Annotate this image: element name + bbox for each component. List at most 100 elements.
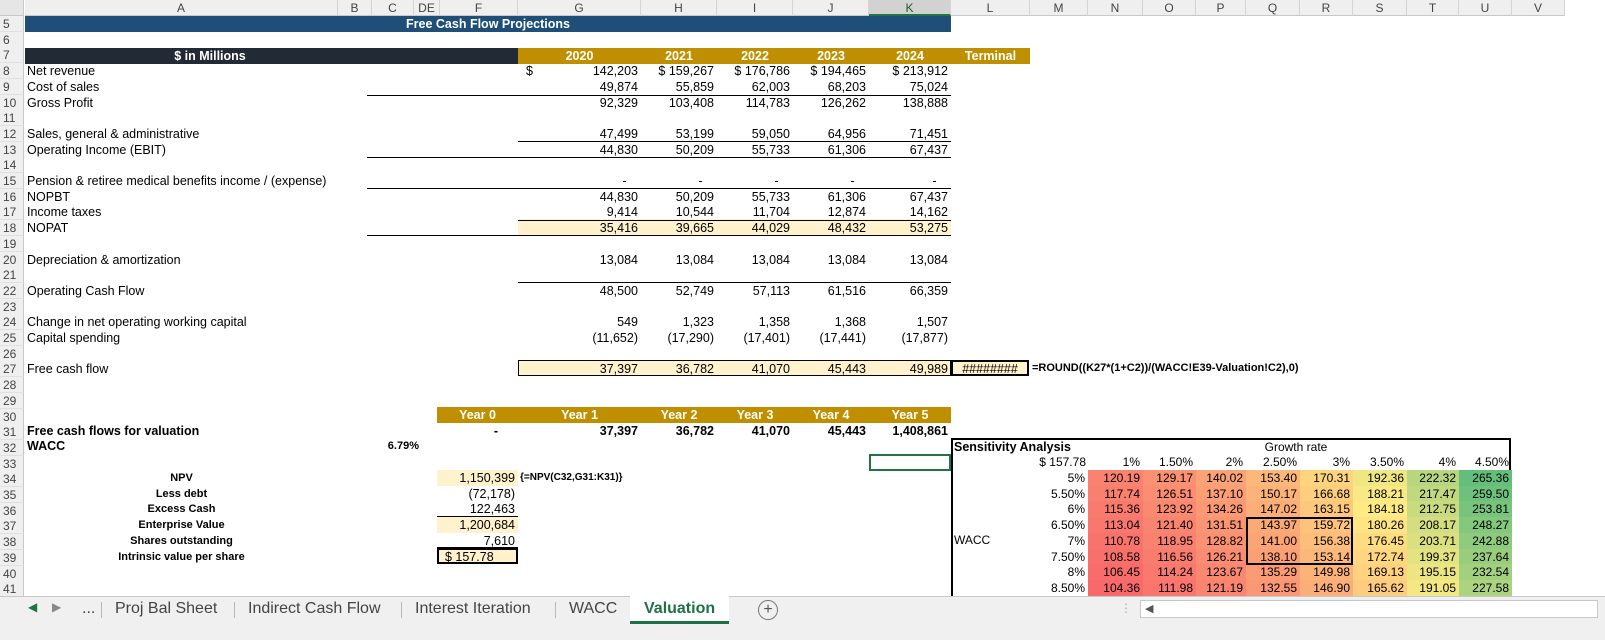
sensitivity-cell[interactable]: 131.51 (1196, 517, 1246, 534)
column-header[interactable]: U (1459, 0, 1512, 16)
sensitivity-cell[interactable]: 212.75 (1407, 501, 1459, 518)
valuation-fcf-cell[interactable]: 45,443 (793, 423, 866, 439)
selected-cell-k33[interactable] (869, 454, 951, 471)
value-cell[interactable]: - (717, 173, 790, 189)
sensitivity-cell[interactable]: 169.13 (1353, 564, 1407, 581)
sensitivity-cell[interactable]: 166.68 (1300, 485, 1353, 502)
value-cell[interactable]: 13,084 (717, 252, 790, 268)
value-cell[interactable]: 55,733 (717, 142, 790, 158)
row-header[interactable]: 38 (0, 534, 24, 551)
row-header[interactable]: 34 (0, 471, 24, 488)
value-cell[interactable]: 37,397 (518, 361, 638, 377)
sensitivity-cell[interactable]: 140.02 (1196, 470, 1246, 486)
valuation-item-value[interactable]: 7,610 (437, 533, 515, 549)
worksheet-grid[interactable]: A B C DE F G H I J K L M N O P Q R S T U V 5 6 7 8 9 10 11 12 13 14 15… (0, 0, 1605, 610)
sensitivity-cell[interactable]: 227.58 (1459, 579, 1512, 596)
column-header[interactable]: Q (1246, 0, 1300, 16)
value-cell[interactable]: 67,437 (869, 189, 948, 205)
valuation-item-value[interactable]: 1,200,684 (437, 517, 515, 533)
row-header[interactable]: 24 (0, 314, 24, 331)
row-header[interactable]: 15 (0, 173, 24, 189)
value-cell[interactable]: 92,329 (518, 95, 638, 111)
value-cell[interactable]: $ 213,912 (869, 63, 948, 79)
value-cell[interactable]: 53,199 (641, 126, 714, 142)
sensitivity-cell[interactable]: 199.37 (1407, 548, 1459, 565)
value-cell[interactable]: 138,888 (869, 95, 948, 111)
sensitivity-cell[interactable]: 203.71 (1407, 532, 1459, 549)
sensitivity-cell[interactable]: 128.82 (1196, 532, 1246, 549)
select-all-corner[interactable] (0, 0, 24, 16)
sensitivity-cell[interactable]: 195.15 (1407, 564, 1459, 581)
column-header[interactable]: B (338, 0, 372, 16)
tab-indirect-cash-flow[interactable]: Indirect Cash Flow (234, 596, 395, 624)
column-header[interactable]: M (1030, 0, 1088, 16)
value-cell[interactable]: 44,830 (518, 142, 638, 158)
row-header[interactable]: 7 (0, 47, 24, 64)
row-header[interactable]: 10 (0, 94, 24, 111)
horizontal-scrollbar[interactable]: ◀ (1140, 600, 1598, 618)
row-header[interactable]: 39 (0, 549, 24, 566)
row-header[interactable]: 29 (0, 392, 24, 409)
sensitivity-cell[interactable]: 208.17 (1407, 517, 1459, 534)
column-header[interactable]: G (518, 0, 641, 16)
value-cell[interactable]: 48,432 (793, 220, 866, 236)
value-cell[interactable]: (17,441) (793, 330, 866, 346)
sensitivity-cell[interactable]: 184.18 (1353, 501, 1407, 518)
row-header[interactable]: 11 (0, 110, 24, 127)
tab-valuation[interactable]: Valuation (630, 596, 730, 624)
row-header[interactable]: 22 (0, 282, 24, 299)
row-header[interactable]: 14 (0, 157, 24, 174)
value-cell[interactable]: 50,209 (641, 142, 714, 158)
row-header[interactable]: 30 (0, 408, 24, 425)
sensitivity-cell[interactable]: 123.92 (1143, 501, 1196, 518)
sensitivity-cell[interactable]: 108.58 (1088, 548, 1143, 565)
wacc-value[interactable]: 6.79% (367, 438, 419, 454)
sensitivity-cell[interactable]: 153.40 (1246, 470, 1300, 486)
valuation-fcf-cell[interactable]: 37,397 (518, 423, 638, 439)
sensitivity-cell[interactable]: 217.47 (1407, 485, 1459, 502)
row-header[interactable]: 21 (0, 267, 24, 284)
terminal-value-cell[interactable]: ######## (951, 361, 1029, 377)
value-cell[interactable]: 142,203 (518, 63, 638, 79)
column-header[interactable]: L (951, 0, 1030, 16)
value-cell[interactable]: - (869, 173, 948, 189)
scroll-right-icon[interactable]: ▶ (52, 600, 61, 614)
row-header[interactable]: 17 (0, 204, 24, 221)
value-cell[interactable]: 549 (518, 314, 638, 330)
value-cell[interactable]: 68,203 (793, 79, 866, 95)
row-header[interactable]: 20 (0, 251, 24, 268)
sensitivity-cell[interactable]: 147.02 (1246, 501, 1300, 518)
sensitivity-cell[interactable]: 265.36 (1459, 470, 1512, 486)
value-cell[interactable]: 48,500 (518, 283, 638, 299)
column-header[interactable]: F (440, 0, 518, 16)
row-header[interactable]: 37 (0, 518, 24, 535)
column-header[interactable]: O (1143, 0, 1196, 16)
value-cell[interactable]: 49,989 (869, 361, 948, 377)
sensitivity-cell[interactable]: 126.21 (1196, 548, 1246, 565)
sensitivity-cell[interactable]: 123.67 (1196, 564, 1246, 581)
column-header[interactable]: V (1512, 0, 1565, 16)
tab-splitter-icon[interactable]: ⋮ (1120, 601, 1132, 615)
row-header[interactable]: 36 (0, 502, 24, 519)
row-header[interactable]: 40 (0, 565, 24, 582)
sensitivity-cell[interactable]: 180.26 (1353, 517, 1407, 534)
sensitivity-cell[interactable]: 237.64 (1459, 548, 1512, 565)
row-header[interactable]: 26 (0, 345, 24, 362)
sensitivity-cell[interactable]: 188.21 (1353, 485, 1407, 502)
row-header[interactable]: 6 (0, 31, 24, 48)
column-header[interactable]: C (372, 0, 414, 16)
valuation-item-value[interactable]: 1,150,399 (437, 470, 515, 486)
sensitivity-cell[interactable]: 170.31 (1300, 470, 1353, 486)
valuation-fcf-cell[interactable]: 1,408,861 (869, 423, 948, 439)
value-cell[interactable]: 62,003 (717, 79, 790, 95)
value-cell[interactable]: $ 194,465 (793, 63, 866, 79)
value-cell[interactable]: 9,414 (518, 204, 638, 220)
row-header[interactable]: 28 (0, 377, 24, 394)
column-header[interactable]: K (869, 0, 951, 16)
tab-proj-bal-sheet[interactable]: Proj Bal Sheet (101, 596, 231, 624)
row-header[interactable]: 9 (0, 78, 24, 95)
sensitivity-cell[interactable]: 192.36 (1353, 470, 1407, 486)
value-cell[interactable]: 11,704 (717, 204, 790, 220)
sensitivity-cell[interactable]: 232.54 (1459, 564, 1512, 581)
value-cell[interactable]: 14,162 (869, 204, 948, 220)
